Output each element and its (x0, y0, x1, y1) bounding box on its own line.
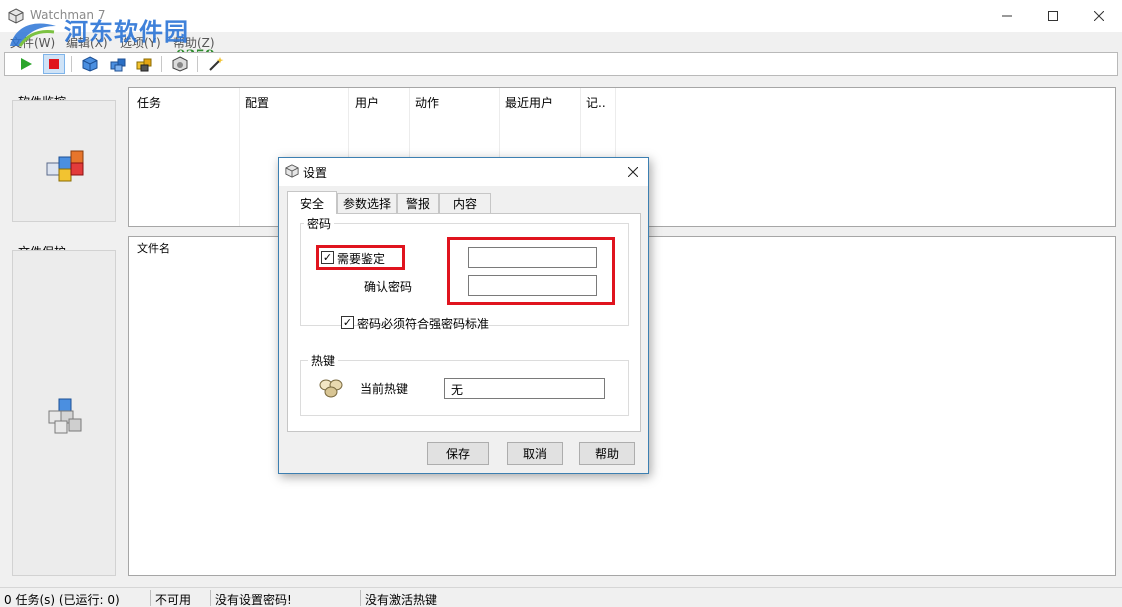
tab-content[interactable]: 内容 (439, 193, 491, 213)
watermark-title: 河东软件园 (64, 17, 189, 46)
dialog-app-icon (285, 164, 299, 178)
blue-cubes-button[interactable] (107, 54, 129, 74)
confirm-password-input[interactable] (468, 275, 597, 296)
settings-cube-icon (172, 56, 188, 72)
password-input[interactable] (468, 247, 597, 268)
password-group-label: 密码 (304, 215, 335, 232)
save-button[interactable]: 保存 (427, 442, 489, 465)
maximize-button[interactable] (1030, 0, 1076, 32)
minimize-button[interactable] (984, 0, 1030, 32)
toolbar (4, 52, 1118, 76)
toolbar-separator (161, 56, 162, 72)
checkmark-icon: ✓ (342, 316, 353, 329)
software-monitor-icon (46, 150, 84, 182)
start-button[interactable] (15, 54, 37, 74)
column-divider (239, 88, 240, 226)
stop-icon (49, 59, 59, 69)
dialog-title: 设置 (303, 166, 328, 180)
status-hotkey: 没有激活热键 (365, 593, 438, 607)
tab-preferences[interactable]: 参数选择 (337, 193, 397, 213)
tab-alerts[interactable]: 警报 (397, 193, 439, 213)
minimize-icon (1002, 15, 1012, 17)
yellow-cubes-button[interactable] (133, 54, 155, 74)
hotkey-icon (319, 379, 343, 398)
col-user[interactable]: 用户 (355, 94, 379, 111)
magic-wand-icon (209, 57, 224, 71)
status-separator (150, 590, 151, 606)
watermark-logo (10, 23, 56, 47)
settings-cube-button[interactable] (169, 54, 191, 74)
settings-dialog: 设置 安全 参数选择 警报 内容 密码 ✓ 需要鉴定 确认密码 ✓ 密码必须符合… (278, 157, 649, 474)
confirm-password-label: 确认密码 (364, 280, 413, 294)
status-separator (210, 590, 211, 606)
col-recent-user[interactable]: 最近用户 (505, 94, 553, 111)
col-action[interactable]: 动作 (415, 94, 439, 111)
close-icon (1094, 11, 1104, 21)
security-tab-page: 密码 ✓ 需要鉴定 确认密码 ✓ 密码必须符合强密码标准 热键 当前热键 无 (287, 213, 641, 432)
status-availability: 不可用 (155, 593, 192, 607)
blue-cube-button[interactable] (79, 54, 101, 74)
toolbar-separator (197, 56, 198, 72)
close-icon (628, 167, 638, 177)
start-icon (21, 58, 32, 70)
require-auth-label: 需要鉴定 (337, 252, 386, 266)
help-button[interactable]: 帮助 (579, 442, 635, 465)
file-protect-panel[interactable] (12, 250, 116, 576)
blue-cubes-icon (110, 58, 126, 72)
col-filename[interactable]: 文件名 (137, 240, 170, 256)
magic-wand-button[interactable] (205, 54, 227, 74)
stop-button[interactable] (43, 54, 65, 74)
checkmark-icon: ✓ (322, 251, 333, 264)
dialog-title-bar: 设置 (279, 158, 648, 186)
status-bar: 0 任务(s) (已运行: 0) 不可用 没有设置密码! 没有激活热键 (0, 587, 1122, 607)
file-protect-icon (48, 398, 82, 434)
maximize-icon (1048, 11, 1058, 21)
col-task[interactable]: 任务 (137, 94, 161, 111)
dialog-close-button[interactable] (622, 161, 644, 183)
require-auth-checkbox[interactable]: ✓ (321, 251, 334, 264)
toolbar-separator (71, 56, 72, 72)
blue-cube-icon (82, 56, 98, 72)
status-separator (360, 590, 361, 606)
close-button[interactable] (1076, 0, 1122, 32)
hotkey-group-label: 热键 (308, 352, 339, 369)
col-log[interactable]: 记.. (586, 94, 606, 111)
strong-password-checkbox[interactable]: ✓ (341, 316, 354, 329)
yellow-cubes-icon (136, 58, 152, 72)
status-password: 没有设置密码! (215, 593, 292, 607)
cancel-button[interactable]: 取消 (507, 442, 563, 465)
col-config[interactable]: 配置 (245, 94, 269, 111)
tab-security[interactable]: 安全 (287, 191, 337, 214)
strong-password-label: 密码必须符合强密码标准 (357, 317, 490, 331)
status-tasks: 0 任务(s) (已运行: 0) (4, 593, 120, 607)
current-hotkey-label: 当前热键 (360, 382, 409, 396)
software-monitor-panel[interactable] (12, 100, 116, 222)
hotkey-input[interactable]: 无 (444, 378, 605, 399)
